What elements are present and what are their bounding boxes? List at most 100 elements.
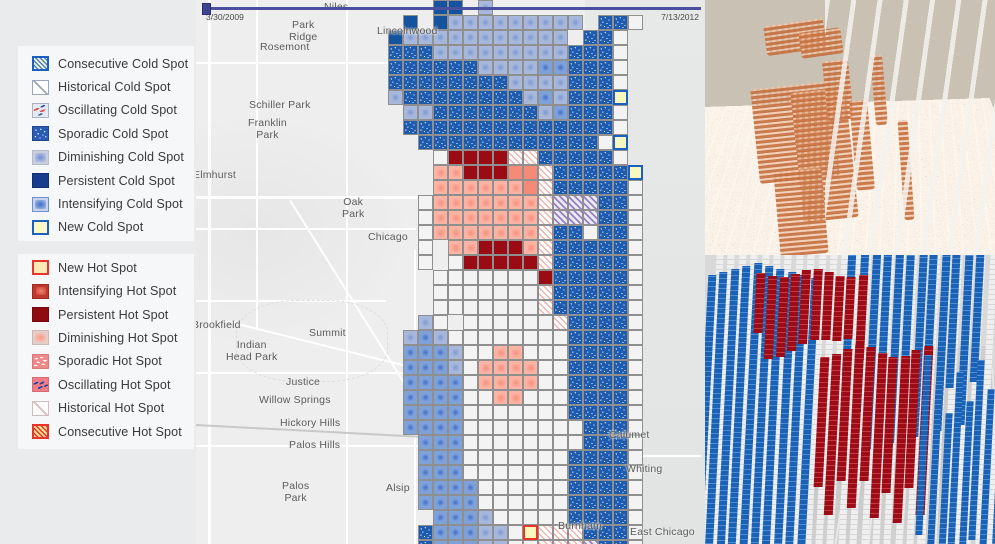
hot-spot-grid-cell[interactable]	[493, 435, 508, 450]
hot-spot-grid-cell[interactable]	[433, 210, 448, 225]
hot-spot-grid-cell[interactable]	[478, 510, 493, 525]
hot-spot-grid-cell[interactable]	[433, 330, 448, 345]
hot-spot-grid-cell[interactable]	[568, 285, 583, 300]
hot-spot-grid-cell[interactable]	[613, 285, 628, 300]
hot-spot-grid-cell[interactable]	[433, 420, 448, 435]
hot-spot-grid-cell[interactable]	[538, 540, 553, 544]
hot-spot-grid-cell[interactable]	[553, 60, 568, 75]
hot-spot-grid-cell[interactable]	[613, 240, 628, 255]
hot-spot-grid-cell[interactable]	[433, 300, 448, 315]
hot-spot-grid-cell[interactable]	[463, 210, 478, 225]
hot-spot-grid-cell[interactable]	[463, 405, 478, 420]
hot-spot-grid-cell[interactable]	[583, 330, 598, 345]
hot-spot-grid-cell[interactable]	[448, 465, 463, 480]
hot-spot-grid-cell[interactable]	[568, 180, 583, 195]
hot-spot-grid-cell[interactable]	[478, 465, 493, 480]
legend-item-sporadic-hot-spot[interactable]: Sporadic Hot Spot	[18, 350, 194, 373]
hot-spot-grid-cell[interactable]	[568, 15, 583, 30]
hot-spot-grid-cell[interactable]	[403, 60, 418, 75]
hot-spot-grid-cell[interactable]	[448, 120, 463, 135]
legend-item-historical-cold-spot[interactable]: Historical Cold Spot	[18, 75, 194, 98]
hot-spot-grid-cell[interactable]	[463, 45, 478, 60]
hot-spot-grid-cell[interactable]	[523, 435, 538, 450]
hot-spot-grid-cell[interactable]	[433, 75, 448, 90]
hot-spot-grid-cell[interactable]	[538, 300, 553, 315]
hot-spot-grid-cell[interactable]	[493, 420, 508, 435]
hot-spot-grid-cell[interactable]	[478, 375, 493, 390]
hot-spot-grid-cell[interactable]	[478, 360, 493, 375]
hot-spot-grid-cell[interactable]	[523, 480, 538, 495]
hot-spot-grid-cell[interactable]	[523, 375, 538, 390]
hot-spot-grid-cell[interactable]	[538, 75, 553, 90]
hot-spot-grid-cell[interactable]	[478, 345, 493, 360]
hot-spot-grid-cell[interactable]	[448, 240, 463, 255]
hot-spot-grid-cell[interactable]	[583, 30, 598, 45]
hot-spot-grid-cell[interactable]	[418, 195, 433, 210]
hot-spot-grid-cell[interactable]	[463, 225, 478, 240]
hot-spot-grid-cell[interactable]	[478, 540, 493, 544]
hot-spot-grid-cell[interactable]	[493, 135, 508, 150]
hot-spot-grid-cell[interactable]	[448, 90, 463, 105]
hot-spot-grid-cell[interactable]	[403, 405, 418, 420]
hot-spot-grid-cell[interactable]	[613, 75, 628, 90]
hot-spot-grid-cell[interactable]	[538, 525, 553, 540]
hot-spot-grid-cell[interactable]	[583, 150, 598, 165]
hot-spot-grid-cell[interactable]	[508, 540, 523, 544]
hot-spot-grid-cell[interactable]	[613, 60, 628, 75]
hot-spot-grid-cell[interactable]	[553, 405, 568, 420]
hot-spot-grid-cell[interactable]	[598, 480, 613, 495]
hot-spot-grid-cell[interactable]	[478, 270, 493, 285]
hot-spot-grid-cell[interactable]	[478, 75, 493, 90]
hot-spot-grid-cell[interactable]	[403, 45, 418, 60]
hot-spot-grid-cell[interactable]	[628, 510, 643, 525]
hot-spot-grid-cell[interactable]	[463, 375, 478, 390]
hot-spot-grid-cell[interactable]	[583, 495, 598, 510]
legend-item-persistent-hot-spot[interactable]: Persistent Hot Spot	[18, 303, 194, 326]
hot-spot-grid-cell[interactable]	[568, 300, 583, 315]
hot-spot-grid-cell[interactable]	[463, 510, 478, 525]
hot-spot-grid-cell[interactable]	[463, 315, 478, 330]
hot-spot-grid-cell[interactable]	[568, 90, 583, 105]
hot-spot-grid-cell[interactable]	[448, 135, 463, 150]
hot-spot-grid-cell[interactable]	[553, 435, 568, 450]
hot-spot-grid-cell[interactable]	[493, 240, 508, 255]
hot-spot-grid-cell[interactable]	[553, 195, 568, 210]
legend-item-new-hot-spot[interactable]: New Hot Spot	[18, 256, 194, 279]
hot-spot-grid-cell[interactable]	[463, 285, 478, 300]
hot-spot-grid-cell[interactable]	[448, 75, 463, 90]
hot-spot-grid-cell[interactable]	[493, 165, 508, 180]
hot-spot-grid-cell[interactable]	[613, 480, 628, 495]
hot-spot-grid-cell[interactable]	[448, 525, 463, 540]
hot-spot-grid-cell[interactable]	[478, 240, 493, 255]
hot-spot-grid-cell[interactable]	[553, 315, 568, 330]
hot-spot-grid-cell[interactable]	[568, 120, 583, 135]
hot-spot-grid-cell[interactable]	[448, 480, 463, 495]
hot-spot-grid-cell[interactable]	[538, 405, 553, 420]
hot-spot-grid-cell[interactable]	[463, 525, 478, 540]
hot-spot-grid-cell[interactable]	[583, 195, 598, 210]
hot-spot-grid-cell[interactable]	[508, 240, 523, 255]
hot-spot-grid-cell[interactable]	[448, 285, 463, 300]
hot-spot-grid-cell[interactable]	[598, 195, 613, 210]
hot-spot-grid-cell[interactable]	[553, 285, 568, 300]
hot-spot-grid-cell[interactable]	[553, 300, 568, 315]
hot-spot-grid-cell[interactable]	[493, 195, 508, 210]
hot-spot-grid-cell[interactable]	[463, 360, 478, 375]
hot-spot-grid-cell[interactable]	[523, 90, 538, 105]
legend-item-consecutive-hot-spot[interactable]: Consecutive Hot Spot	[18, 420, 194, 443]
hot-spot-grid-cell[interactable]	[553, 180, 568, 195]
hot-spot-grid-cell[interactable]	[433, 285, 448, 300]
hot-spot-grid-cell[interactable]	[538, 225, 553, 240]
hot-spot-grid-cell[interactable]	[628, 300, 643, 315]
hot-spot-grid-cell[interactable]	[433, 135, 448, 150]
hot-spot-grid-cell[interactable]	[628, 345, 643, 360]
hot-spot-grid-cell[interactable]	[493, 390, 508, 405]
hot-spot-grid-cell[interactable]	[568, 195, 583, 210]
hot-spot-grid-cell[interactable]	[568, 420, 583, 435]
hot-spot-grid-cell[interactable]	[568, 105, 583, 120]
hot-spot-grid-cell[interactable]	[538, 90, 553, 105]
hot-spot-grid-cell[interactable]	[508, 30, 523, 45]
hot-spot-grid-cell[interactable]	[463, 465, 478, 480]
hot-spot-grid-cell[interactable]	[493, 75, 508, 90]
hot-spot-grid-cell[interactable]	[433, 540, 448, 544]
